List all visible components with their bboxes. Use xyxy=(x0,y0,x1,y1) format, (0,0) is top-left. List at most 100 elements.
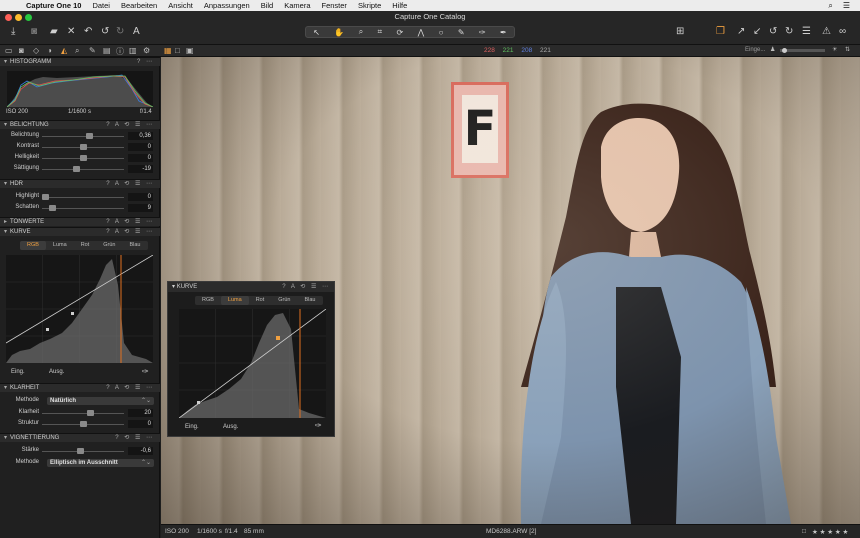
exposure-track[interactable] xyxy=(42,136,124,137)
vignette-method-dropdown[interactable]: Elliptisch im Ausschnitt ⌃⌄ xyxy=(47,459,154,467)
variants-icon[interactable]: ❐ xyxy=(716,26,725,38)
lens-tab-icon[interactable]: ◇ xyxy=(33,46,39,55)
color-tag-icon[interactable]: □ xyxy=(802,528,806,535)
saturation-track[interactable] xyxy=(42,169,124,170)
curve-editor[interactable] xyxy=(5,254,154,363)
curve-picker-icon[interactable]: ✑ xyxy=(142,367,149,376)
curve-tab-luma[interactable]: Luma xyxy=(46,241,74,250)
menu-datei[interactable]: Datei xyxy=(92,1,110,10)
brightness-value[interactable]: 0 xyxy=(128,154,153,162)
exposure-header[interactable]: ▾ BELICHTUNG ? A ⟲ ☰ ⋯ xyxy=(0,120,160,129)
rating-stars[interactable]: ★ ★ ★ ★ ★ xyxy=(812,528,848,536)
menu-kamera[interactable]: Kamera xyxy=(284,1,310,10)
exposure-slider-row[interactable]: Belichtung 0,36 xyxy=(0,131,160,141)
menu-app-name[interactable]: Capture One 10 xyxy=(26,1,81,10)
import-icon[interactable]: ⤓ xyxy=(11,26,15,38)
menu-ansicht[interactable]: Ansicht xyxy=(168,1,193,10)
text-annotation-icon[interactable]: A xyxy=(133,26,140,38)
menu-bearbeiten[interactable]: Bearbeiten xyxy=(121,1,157,10)
output-tab-icon[interactable]: ▤ xyxy=(103,46,111,55)
select-cursor-icon[interactable]: ↖ xyxy=(313,28,320,37)
multi-view-icon[interactable]: ▦ xyxy=(164,46,172,55)
clarity-header-icons[interactable]: ? A ⟲ ☰ ⋯ xyxy=(106,384,154,393)
local-adjust-tab-icon[interactable]: ✎ xyxy=(89,46,96,55)
clarity-slider-row[interactable]: Klarheit 20 xyxy=(0,408,160,418)
brightness-icon[interactable]: ☀ xyxy=(832,46,837,53)
zoom-loupe-icon[interactable]: ⌕ xyxy=(359,27,363,37)
saturation-value[interactable]: -19 xyxy=(128,165,153,173)
curve-tab-red[interactable]: Rot xyxy=(74,241,97,250)
exposure-value[interactable]: 0,36 xyxy=(128,132,153,140)
spot-removal-icon[interactable]: ○ xyxy=(439,28,444,37)
thumbnail-size-knob[interactable] xyxy=(782,48,787,53)
menu-skripte[interactable]: Skripte xyxy=(358,1,381,10)
float-tab-rgb[interactable]: RGB xyxy=(195,296,221,305)
clarity-track[interactable] xyxy=(42,413,124,414)
floating-curve-header-icons[interactable]: ? A ⟲ ☰ ⋯ xyxy=(282,282,330,292)
notification-center-icon[interactable]: ☰ xyxy=(843,1,850,11)
floating-curve-editor[interactable] xyxy=(178,308,327,419)
hdr-header-icons[interactable]: ? A ⟲ ☰ ⋯ xyxy=(106,180,154,189)
exposure-tab-icon[interactable]: ◭ xyxy=(61,46,67,55)
search-hint[interactable]: Einge... xyxy=(745,47,765,53)
batch-tab-icon[interactable]: ▥ xyxy=(129,46,137,55)
batch-queue-icon[interactable]: ☰ xyxy=(802,26,811,38)
curve-header[interactable]: ▾ KURVE ? A ⟲ ☰ ⋯ xyxy=(0,227,160,236)
metadata-tab-icon[interactable]: ⓘ xyxy=(116,46,124,57)
pan-hand-icon[interactable]: ✋ xyxy=(334,28,344,37)
highlight-knob[interactable] xyxy=(42,194,49,200)
annotation-pen-icon[interactable]: ✒ xyxy=(500,28,507,37)
proof-glasses-icon[interactable]: ∞ xyxy=(839,26,846,38)
floating-curve-picker-icon[interactable]: ✑ xyxy=(315,421,322,430)
clarity-method-dropdown[interactable]: Natürlich ⌃⌄ xyxy=(47,397,154,405)
shadow-slider-row[interactable]: Schatten 9 xyxy=(0,203,160,213)
curve-tab-green[interactable]: Grün xyxy=(96,241,122,250)
vignette-amount-row[interactable]: Stärke -0,6 xyxy=(0,446,160,456)
menu-hilfe[interactable]: Hilfe xyxy=(392,1,407,10)
clarity-header[interactable]: ▾ KLARHEIT ? A ⟲ ☰ ⋯ xyxy=(0,383,160,392)
thumbnail-size-slider[interactable] xyxy=(780,48,825,53)
settings-gear-icon[interactable]: ⚙ xyxy=(143,46,150,55)
levels-header[interactable]: ▸ TONWERTE ? A ⟲ ☰ ⋯ xyxy=(0,217,160,226)
menu-fenster[interactable]: Fenster xyxy=(322,1,347,10)
capture-tab-icon[interactable]: ◙ xyxy=(19,46,24,55)
undo-icon[interactable]: ↺ xyxy=(101,26,109,38)
exposure-knob[interactable] xyxy=(85,133,93,139)
structure-value[interactable]: 0 xyxy=(128,420,153,428)
float-tab-blue[interactable]: Blau xyxy=(297,296,322,305)
menu-anpassungen[interactable]: Anpassungen xyxy=(204,1,250,10)
histogram-header[interactable]: ▾ HISTOGRAMM ? ⋯ xyxy=(0,57,160,66)
structure-knob[interactable] xyxy=(79,421,87,427)
menu-bild[interactable]: Bild xyxy=(261,1,274,10)
vignette-header-icons[interactable]: ? ⟲ ☰ ⋯ xyxy=(115,434,154,443)
delete-icon[interactable]: ✕ xyxy=(67,26,75,38)
camera-icon[interactable]: ◙ xyxy=(31,26,37,38)
rotate-icon[interactable]: ⟳ xyxy=(397,28,404,37)
brush-icon[interactable]: ✎ xyxy=(458,28,465,37)
compare-view-icon[interactable]: ▣ xyxy=(186,46,194,55)
vignette-header[interactable]: ▾ VIGNETTIERUNG ? ⟲ ☰ ⋯ xyxy=(0,433,160,442)
rotate-left-icon[interactable]: ↺ xyxy=(769,26,777,38)
export-arrow-icon[interactable]: ↗ xyxy=(737,26,745,38)
saturation-knob[interactable] xyxy=(72,166,80,172)
brightness-slider-row[interactable]: Helligkeit 0 xyxy=(0,153,160,163)
hdr-header[interactable]: ▾ HDR ? A ⟲ ☰ ⋯ xyxy=(0,179,160,188)
reset-icon[interactable]: ↶ xyxy=(84,26,92,38)
library-tab-icon[interactable]: ▭ xyxy=(5,46,13,55)
histogram-header-icons[interactable]: ? ⋯ xyxy=(137,58,154,67)
contrast-slider-row[interactable]: Kontrast 0 xyxy=(0,142,160,152)
levels-header-icons[interactable]: ? A ⟲ ☰ ⋯ xyxy=(106,218,154,227)
float-tab-red[interactable]: Rot xyxy=(249,296,272,305)
exposure-header-icons[interactable]: ? A ⟲ ☰ ⋯ xyxy=(106,121,154,130)
grid-view-icon[interactable]: ⊞ xyxy=(676,26,684,38)
keystone-icon[interactable]: ⋀ xyxy=(418,28,425,37)
curve-tab-rgb[interactable]: RGB xyxy=(20,241,46,250)
float-tab-green[interactable]: Grün xyxy=(271,296,297,305)
structure-slider-row[interactable]: Struktur 0 xyxy=(0,419,160,429)
contrast-knob[interactable] xyxy=(79,144,87,150)
contrast-value[interactable]: 0 xyxy=(128,143,153,151)
clarity-value[interactable]: 20 xyxy=(128,409,153,417)
highlight-slider-row[interactable]: Highlight 0 xyxy=(0,192,160,202)
redo-icon[interactable]: ↻ xyxy=(116,26,124,38)
curve-header-icons[interactable]: ? A ⟲ ☰ ⋯ xyxy=(106,228,154,237)
